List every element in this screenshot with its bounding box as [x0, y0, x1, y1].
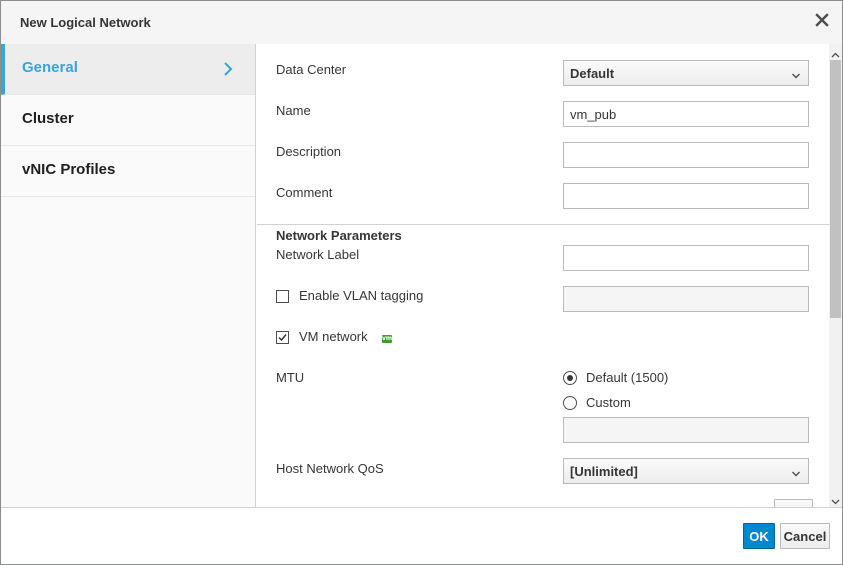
description-label: Description: [276, 144, 342, 159]
cancel-button[interactable]: Cancel: [780, 523, 830, 549]
host-network-qos-label: Host Network QoS: [276, 461, 384, 476]
mtu-custom-field: [563, 417, 809, 443]
mtu-label: MTU: [276, 370, 305, 385]
data-center-label: Data Center: [276, 62, 347, 77]
scrollbar-thumb[interactable]: [830, 60, 841, 318]
mtu-default-label: Default (1500): [586, 370, 669, 385]
mtu-custom-label: Custom: [586, 395, 631, 410]
sidebar-item-label: vNIC Profiles: [22, 161, 116, 178]
vm-network-label: VM network: [299, 329, 368, 344]
vlan-tag-field: [563, 286, 809, 312]
dialog-header: New Logical Network: [1, 1, 842, 44]
close-icon[interactable]: [814, 12, 830, 28]
dialog-title: New Logical Network: [20, 15, 151, 30]
mtu-default-radio[interactable]: [563, 371, 577, 385]
sidebar-item-general[interactable]: General: [1, 44, 255, 95]
sidebar-item-label: General: [22, 59, 78, 76]
vm-network-checkbox[interactable]: [276, 331, 289, 344]
sidebar-item-label: Cluster: [22, 110, 74, 127]
name-field[interactable]: [563, 101, 809, 127]
section-divider: [257, 224, 829, 225]
enable-vlan-checkbox[interactable]: [276, 290, 289, 303]
network-label-field[interactable]: [563, 245, 809, 271]
sidebar-item-cluster[interactable]: Cluster: [1, 95, 255, 146]
scroll-down-icon[interactable]: [831, 494, 840, 505]
comment-field[interactable]: [563, 183, 809, 209]
host-network-qos-select[interactable]: [Unlimited]: [563, 458, 809, 484]
data-center-value: Default: [570, 66, 615, 81]
data-center-select[interactable]: Default: [563, 60, 809, 86]
network-parameters-heading: Network Parameters: [276, 228, 402, 243]
mtu-custom-radio[interactable]: [563, 396, 577, 410]
dialog-footer: OK Cancel: [1, 507, 842, 564]
network-label-label: Network Label: [276, 247, 360, 262]
name-label: Name: [276, 103, 311, 118]
sidebar: General Cluster vNIC Profiles: [1, 44, 256, 507]
comment-label: Comment: [276, 185, 333, 200]
chevron-down-icon: [791, 69, 801, 79]
general-form: Data Center Default Name Description Com…: [257, 44, 829, 507]
scroll-up-icon[interactable]: [831, 48, 840, 58]
new-logical-network-dialog: New Logical Network General Cluster vNIC…: [0, 0, 843, 565]
vm-network-icon: vm: [382, 335, 393, 343]
sidebar-item-vnic-profiles[interactable]: vNIC Profiles: [1, 146, 255, 197]
content-scrollbar[interactable]: [829, 44, 842, 507]
chevron-down-icon: [791, 467, 801, 477]
host-network-qos-value: [Unlimited]: [570, 464, 638, 479]
ok-button[interactable]: OK: [743, 523, 775, 549]
enable-vlan-label: Enable VLAN tagging: [299, 288, 424, 303]
description-field[interactable]: [563, 142, 809, 168]
radio-selected-dot: [567, 375, 573, 381]
qos-new-button[interactable]: [774, 499, 813, 507]
chevron-right-icon: [221, 60, 235, 78]
